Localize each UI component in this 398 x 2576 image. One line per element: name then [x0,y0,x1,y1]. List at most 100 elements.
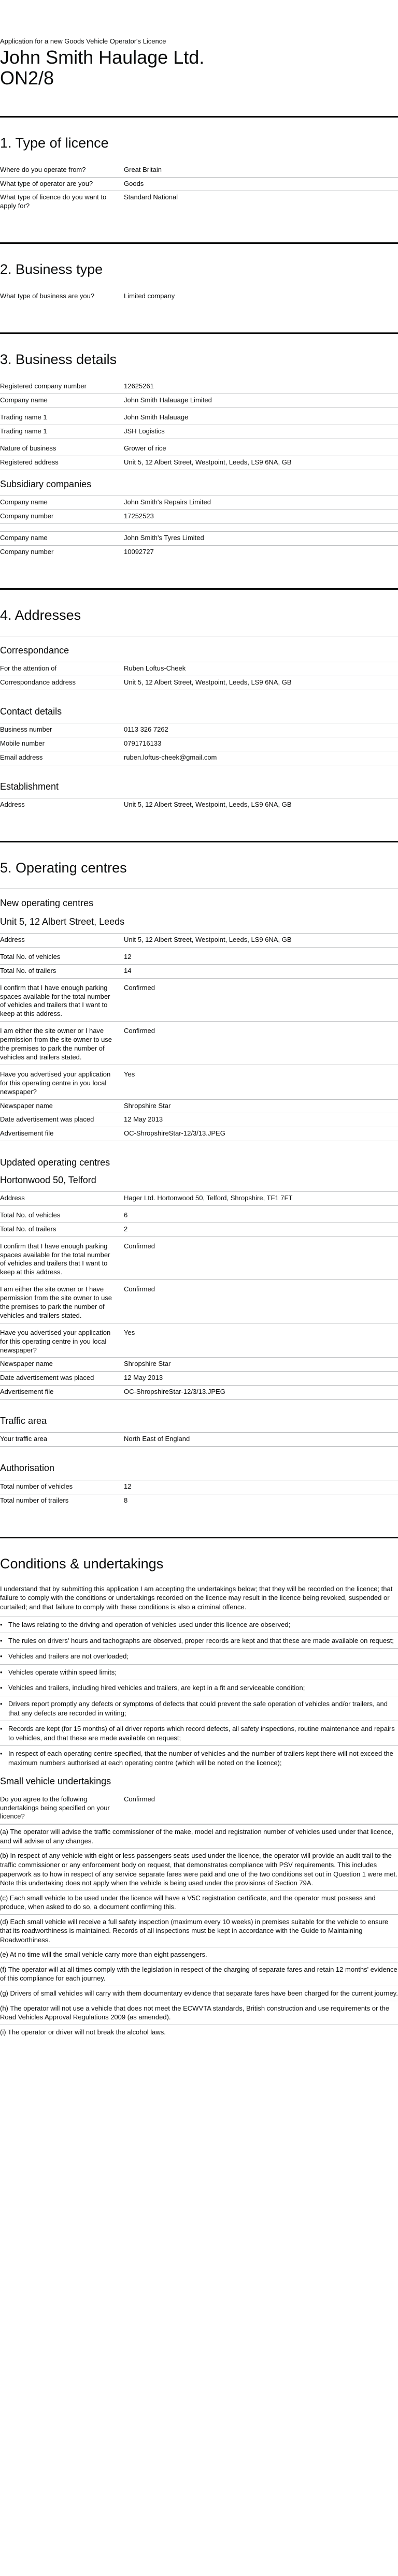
row-value: 8 [124,1496,128,1504]
row-value: 0791716133 [124,739,162,748]
row-value: 12 [124,1482,132,1490]
row-label: Total No. of trailers [0,966,56,974]
authorisation-rows: Total number of vehicles 12 Total number… [0,1479,398,1508]
summary-row: I confirm that I have enough parking spa… [0,982,398,1022]
small-vehicle-undertaking: (c) Each small vehicle to be used under … [0,1890,398,1914]
row-value: Shropshire Star [124,1360,171,1368]
page-title: John Smith Haulage Ltd. ON2/8 [0,47,398,89]
small-vehicle-undertaking: (b) In respect of any vehicle with eight… [0,1848,398,1890]
row-value: John Smith's Repairs Limited [124,498,211,506]
section-conditions-undertakings: Conditions & undertakings I understand t… [0,1538,398,2069]
contact-details-heading: Contact details [0,706,62,717]
summary-row: Company name John Smith's Tyres Limited [0,531,398,546]
summary-row: Company name John Smith Halauage Limited [0,394,398,409]
row-label: Total No. of trailers [0,1225,56,1233]
undertaking-item: The rules on drivers' hours and tachogra… [0,1632,398,1649]
summary-row: Trading name 1 JSH Logistics [0,425,398,439]
application-page: Application for a new Goods Vehicle Oper… [0,0,398,2089]
advertisement-file-link[interactable]: OC-ShropshireStar-12/3/13.JPEG [124,1129,398,1138]
section-heading: Conditions & undertakings [0,1555,164,1571]
small-vehicle-undertaking: (h) The operator will not use a vehicle … [0,2000,398,2025]
small-vehicle-undertaking: (a) The operator will advise the traffic… [0,1824,398,1848]
row-label: Correspondance address [0,678,76,686]
summary-row: Address Unit 5, 12 Albert Street, Westpo… [0,798,398,812]
row-value: North East of England [124,1435,190,1443]
new-operating-centres-block: New operating centres Unit 5, 12 Albert … [0,889,398,1142]
new-operating-centres-heading: New operating centres [0,898,94,909]
row-label: Newspaper name [0,1101,53,1110]
authorisation-block: Authorisation Total number of vehicles 1… [0,1454,398,1507]
row-value: Hager Ltd. Hortonwood 50, Telford, Shrop… [124,1194,293,1202]
summary-row: Have you advertised your application for… [0,1068,398,1100]
row-label: I am either the site owner or I have per… [0,1027,112,1061]
row-value: Unit 5, 12 Albert Street, Westpoint, Lee… [124,936,292,944]
row-label: Trading name 1 [0,413,47,421]
contact-details-rows: Business number 0113 326 7262 Mobile num… [0,723,398,765]
row-value: Standard National [124,193,178,201]
row-value: Confirmed [124,983,155,992]
section-business-type: 2. Business type What type of business a… [0,244,398,334]
subsidiary-company: Company name John Smith's Tyres Limited … [0,531,398,559]
section-heading: 1. Type of licence [0,135,109,151]
summary-row: I am either the site owner or I have per… [0,1283,398,1323]
row-label: Date advertisement was placed [0,1374,94,1382]
summary-row: Total No. of vehicles 6 [0,1209,398,1223]
updated-operating-centres-block: Updated operating centres Hortonwood 50,… [0,1148,398,1400]
contact-details-block: Contact details Business number 0113 326… [0,697,398,765]
row-value: Unit 5, 12 Albert Street, Westpoint, Lee… [124,458,292,466]
summary-row: Registered address Unit 5, 12 Albert Str… [0,456,398,470]
row-label: For the attention of [0,664,57,673]
small-vehicle-undertaking: (i) The operator or driver will not brea… [0,2024,398,2040]
traffic-area-block: Traffic area Your traffic area North Eas… [0,1407,398,1447]
undertaking-item: Vehicles and trailers are not overloaded… [0,1648,398,1664]
section-heading: 5. Operating centres [0,860,127,876]
row-label: Company number [0,547,54,556]
advertisement-file-link[interactable]: OC-ShropshireStar-12/3/13.JPEG [124,1388,398,1396]
conditions-intro: I understand that by submitting this app… [0,1584,393,1611]
subsidiary-companies-heading: Subsidiary companies [0,478,92,489]
undertaking-item: Vehicles and trailers, including hired v… [0,1680,398,1696]
summary-row: Correspondance address Unit 5, 12 Albert… [0,676,398,690]
type-of-licence-rows: Where do you operate from? Great Britain… [0,164,398,214]
summary-row: Total number of trailers 8 [0,1494,398,1508]
authorisation-heading: Authorisation [0,1463,55,1474]
summary-row: Date advertisement was placed 12 May 201… [0,1372,398,1386]
summary-row: Total number of vehicles 12 [0,1479,398,1494]
updated-operating-centres-heading: Updated operating centres [0,1157,110,1168]
summary-row: I confirm that I have enough parking spa… [0,1240,398,1280]
row-value: 14 [124,966,132,974]
small-vehicle-undertaking: (g) Drivers of small vehicles will carry… [0,1986,398,2001]
row-label: Do you agree to the following undertakin… [0,1795,110,1821]
summary-row: What type of operator are you? Goods [0,178,398,192]
section-heading: 4. Addresses [0,607,81,623]
row-label: Have you advertised your application for… [0,1328,111,1354]
row-label: I am either the site owner or I have per… [0,1285,112,1319]
operating-centre-rows: Address Unit 5, 12 Albert Street, Westpo… [0,933,398,1142]
undertakings-list: The laws relating to the driving and ope… [0,1617,398,1770]
page-title-operator: John Smith Haulage Ltd. [0,46,205,68]
summary-row: Date advertisement was placed 12 May 201… [0,1113,398,1128]
row-label: Company name [0,396,48,404]
row-value: Great Britain [124,165,162,173]
undertaking-item: Drivers report promptly any defects or s… [0,1696,398,1721]
operating-centre-rows: Address Hager Ltd. Hortonwood 50, Telfor… [0,1191,398,1400]
row-label: Newspaper name [0,1360,53,1368]
row-label: Total number of vehicles [0,1482,73,1490]
small-vehicle-rows: Do you agree to the following undertakin… [0,1793,398,1825]
page-title-reference: ON2/8 [0,67,54,89]
traffic-area-rows: Your traffic area North East of England [0,1432,398,1447]
row-value: Ruben Loftus-Cheek [124,664,186,673]
row-value: 17252523 [124,512,154,520]
row-value: Confirmed [124,1285,155,1293]
undertaking-item: Records are kept (for 15 months) of all … [0,1721,398,1745]
summary-row: What type of business are you? Limited c… [0,290,398,303]
row-value: Unit 5, 12 Albert Street, Westpoint, Lee… [124,678,292,686]
small-vehicle-heading: Small vehicle undertakings [0,1776,111,1787]
row-label: Email address [0,753,43,761]
summary-row: Total No. of trailers 14 [0,965,398,979]
small-vehicle-undertaking: (e) At no time will the small vehicle ca… [0,1947,398,1962]
summary-row: Where do you operate from? Great Britain [0,164,398,178]
row-value: 12 May 2013 [124,1374,163,1382]
summary-row: Company name John Smith's Repairs Limite… [0,495,398,510]
summary-row: Company number 10092727 [0,546,398,559]
